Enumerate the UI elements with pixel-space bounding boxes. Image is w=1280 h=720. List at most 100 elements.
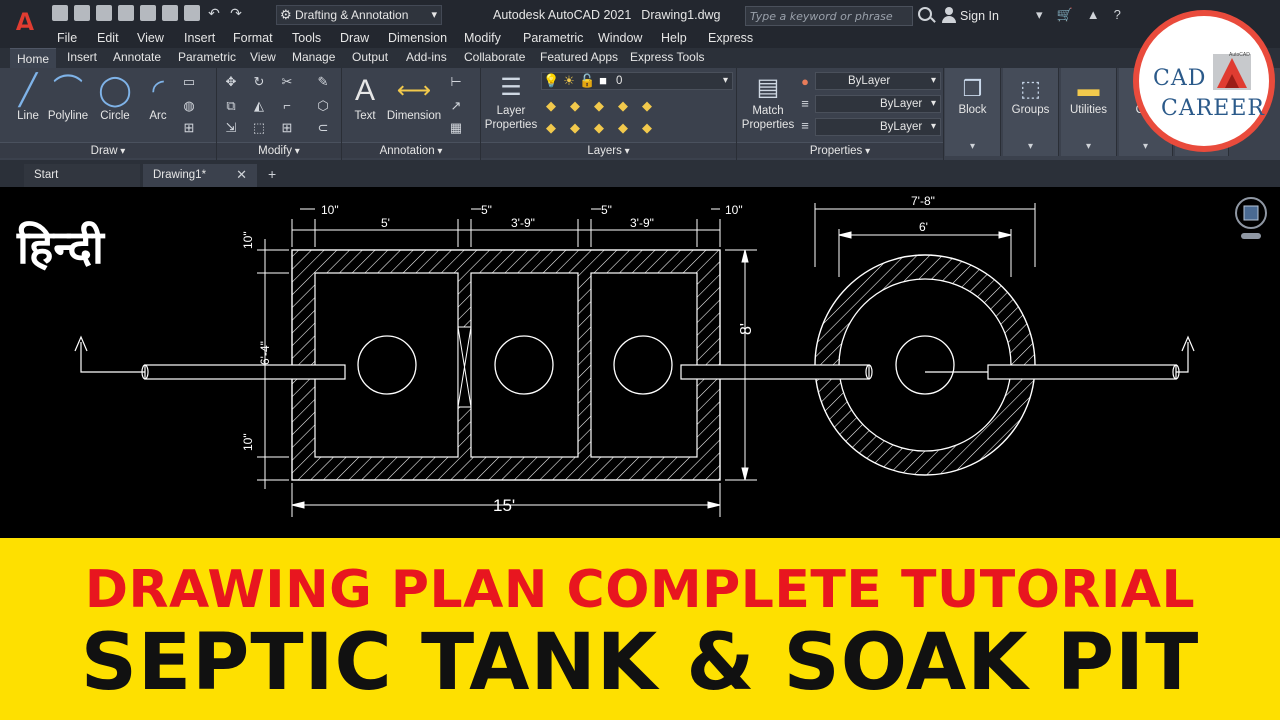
menu-parametric[interactable]: Parametric: [523, 31, 583, 45]
properties-panel-label[interactable]: Properties: [737, 142, 943, 158]
tab-express-tools[interactable]: Express Tools: [630, 50, 704, 64]
window-title: Autodesk AutoCAD 2021 Drawing1.dwg: [493, 8, 721, 22]
layer-properties-tool[interactable]: ☰ Layer Properties: [483, 72, 539, 132]
open-folder-icon[interactable]: [74, 5, 90, 21]
offset-icon[interactable]: ⊂: [315, 120, 331, 136]
table-icon[interactable]: ▦: [448, 120, 464, 136]
save-as-icon[interactable]: [118, 5, 134, 21]
menu-view[interactable]: View: [137, 31, 164, 45]
tab-output[interactable]: Output: [352, 50, 388, 64]
tab-start[interactable]: Start: [24, 164, 140, 187]
line-tool[interactable]: ╱ Line: [10, 72, 46, 122]
utilities-panel-button[interactable]: ▬ Utilities ▾: [1061, 68, 1117, 156]
tab-manage[interactable]: Manage: [292, 50, 335, 64]
search-input[interactable]: [745, 6, 913, 26]
modify-panel-label[interactable]: Modify: [217, 142, 341, 158]
cart-icon[interactable]: 🛒: [1057, 7, 1073, 23]
layer-tool-9-icon[interactable]: ◆: [615, 120, 631, 136]
tab-view[interactable]: View: [250, 50, 276, 64]
chevron-down-icon[interactable]: ▾: [1036, 7, 1043, 23]
layer-tool-7-icon[interactable]: ◆: [567, 120, 583, 136]
dimension-tool[interactable]: ⟷ Dimension: [384, 72, 444, 122]
rectangle-icon[interactable]: ▭: [181, 74, 197, 90]
help-icon[interactable]: ?: [1114, 7, 1121, 23]
workspace-dropdown[interactable]: Drafting & Annotation: [276, 5, 442, 25]
tab-drawing1[interactable]: Drawing1* ✕: [143, 164, 257, 187]
drawing-canvas[interactable]: हिन्दी 10" 5' 5" 3'-9" 5" 3'-9" 10" 15' …: [5, 187, 1275, 538]
circle-icon: ◯: [98, 74, 132, 107]
tab-add-ins[interactable]: Add-ins: [406, 50, 447, 64]
annotation-panel: A Text ⟷ Dimension ⊢ ↗ ▦ Annotation: [342, 68, 481, 160]
linear-dim-icon[interactable]: ⊢: [448, 74, 464, 90]
text-tool[interactable]: A Text: [348, 72, 382, 122]
stretch-icon[interactable]: ⇲: [223, 120, 239, 136]
trim-icon[interactable]: ✂: [279, 74, 295, 90]
lineweight-dropdown[interactable]: ByLayer: [815, 95, 941, 113]
layers-panel-label[interactable]: Layers: [481, 142, 736, 158]
title-bar: A ↶ ↷ Drafting & Annotation Autodesk Aut…: [0, 0, 1280, 40]
save-icon[interactable]: [96, 5, 112, 21]
layer-tool-6-icon[interactable]: ◆: [543, 120, 559, 136]
menu-edit[interactable]: Edit: [97, 31, 119, 45]
menu-help[interactable]: Help: [661, 31, 687, 45]
hatch-icon[interactable]: ◍: [181, 98, 197, 114]
undo-icon[interactable]: ↶: [206, 5, 222, 21]
circle-tool[interactable]: ◯ Circle: [96, 72, 134, 122]
menu-modify[interactable]: Modify: [464, 31, 501, 45]
leader-icon[interactable]: ↗: [448, 98, 464, 114]
move-icon[interactable]: ✥: [223, 74, 239, 90]
array-icon[interactable]: ⊞: [279, 120, 295, 136]
close-icon[interactable]: ✕: [236, 164, 247, 186]
tab-parametric[interactable]: Parametric: [178, 50, 236, 64]
copy-icon[interactable]: ⧉: [223, 98, 239, 114]
polyline-tool[interactable]: ⌒ Polyline: [46, 72, 90, 122]
match-properties-tool[interactable]: ▤ Match Properties: [739, 72, 797, 132]
menu-format[interactable]: Format: [233, 31, 273, 45]
septic-tank[interactable]: [291, 249, 721, 481]
tab-collaborate[interactable]: Collaborate: [464, 50, 525, 64]
search-icon[interactable]: [918, 7, 932, 21]
rotate-icon[interactable]: ↻: [251, 74, 267, 90]
menu-window[interactable]: Window: [598, 31, 642, 45]
annotation-panel-label[interactable]: Annotation: [342, 142, 480, 158]
groups-panel-button[interactable]: ⬚ Groups ▾: [1003, 68, 1059, 156]
add-tab-icon[interactable]: +: [268, 166, 276, 182]
viewcube-icon[interactable]: [1231, 193, 1271, 241]
menu-insert[interactable]: Insert: [184, 31, 215, 45]
mirror-icon[interactable]: ◭: [251, 98, 267, 114]
file-tabs: Start Drawing1* ✕ +: [0, 160, 1280, 187]
menu-tools[interactable]: Tools: [292, 31, 321, 45]
tab-featured-apps[interactable]: Featured Apps: [540, 50, 618, 64]
layer-tool-1-icon[interactable]: ◆: [543, 98, 559, 114]
color-dropdown[interactable]: ByLayer: [815, 72, 941, 90]
layer-tool-3-icon[interactable]: ◆: [591, 98, 607, 114]
sign-in-link[interactable]: Sign In: [960, 9, 999, 23]
block-panel-button[interactable]: ❒ Block ▾: [945, 68, 1001, 156]
explode-icon[interactable]: ⬡: [315, 98, 331, 114]
tab-home[interactable]: Home: [10, 48, 56, 69]
a360-icon[interactable]: ▲: [1087, 7, 1100, 23]
tab-insert[interactable]: Insert: [67, 50, 97, 64]
menu-draw[interactable]: Draw: [340, 31, 369, 45]
mobile-icon[interactable]: [162, 5, 178, 21]
new-file-icon[interactable]: [52, 5, 68, 21]
print-icon[interactable]: [184, 5, 200, 21]
layer-tool-8-icon[interactable]: ◆: [591, 120, 607, 136]
linetype-dropdown[interactable]: ByLayer: [815, 118, 941, 136]
layer-tool-4-icon[interactable]: ◆: [615, 98, 631, 114]
layer-tool-5-icon[interactable]: ◆: [639, 98, 655, 114]
layer-tool-10-icon[interactable]: ◆: [639, 120, 655, 136]
erase-icon[interactable]: ✎: [315, 74, 331, 90]
layer-tool-2-icon[interactable]: ◆: [567, 98, 583, 114]
tab-annotate[interactable]: Annotate: [113, 50, 161, 64]
boundary-icon[interactable]: ⊞: [181, 120, 197, 136]
redo-icon[interactable]: ↷: [228, 5, 244, 21]
menu-file[interactable]: File: [57, 31, 77, 45]
menu-dimension[interactable]: Dimension: [388, 31, 447, 45]
web-icon[interactable]: [140, 5, 156, 21]
arc-tool[interactable]: ◜ Arc: [140, 72, 176, 122]
scale-icon[interactable]: ⬚: [251, 120, 267, 136]
draw-panel-label[interactable]: Draw: [0, 142, 216, 158]
menu-express[interactable]: Express: [708, 31, 753, 45]
fillet-icon[interactable]: ⌐: [279, 98, 295, 114]
